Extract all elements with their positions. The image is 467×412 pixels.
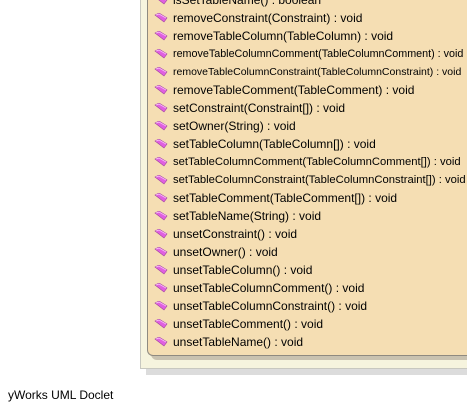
method-item[interactable]: unsetConstraint() : void xyxy=(148,225,297,243)
method-signature: unsetTableColumnComment() : void xyxy=(173,281,365,295)
method-item[interactable]: unsetTableColumn() : void xyxy=(148,261,312,279)
method-item[interactable]: unsetTableColumnComment() : void xyxy=(148,279,364,297)
public-method-icon xyxy=(154,229,168,239)
method-signature: setTableColumnConstraint(TableColumnCons… xyxy=(173,174,466,186)
public-method-icon xyxy=(154,49,168,59)
public-method-icon xyxy=(154,67,168,77)
method-compartment: isSetTableName() : boolean removeConstrai… xyxy=(147,0,467,356)
method-signature: setOwner(String) : void xyxy=(173,119,296,133)
method-item[interactable]: removeTableColumn(TableColumn) : void xyxy=(148,27,393,45)
method-item[interactable]: setTableComment(TableComment[]) : void xyxy=(148,189,397,207)
method-signature: removeTableComment(TableComment) : void xyxy=(173,83,415,97)
method-item[interactable]: removeTableColumnComment(TableColumnComm… xyxy=(148,45,463,63)
public-method-icon xyxy=(154,103,168,113)
public-method-icon xyxy=(154,247,168,257)
method-signature: isSetTableName() : boolean xyxy=(173,0,322,7)
public-method-icon xyxy=(154,319,168,329)
method-signature: removeTableColumn(TableColumn) : void xyxy=(173,29,394,43)
public-method-icon xyxy=(154,301,168,311)
method-signature: setConstraint(Constraint[]) : void xyxy=(173,101,346,115)
public-method-icon xyxy=(154,85,168,95)
method-signature: setTableColumn(TableColumn[]) : void xyxy=(173,137,376,151)
method-item[interactable]: unsetTableName() : void xyxy=(148,333,303,351)
method-signature: unsetTableComment() : void xyxy=(173,317,324,331)
method-item[interactable]: isSetTableName() : boolean xyxy=(148,0,321,9)
method-item[interactable]: unsetTableColumnConstraint() : void xyxy=(148,297,367,315)
method-signature: setTableName(String) : void xyxy=(173,209,322,223)
method-item[interactable]: unsetOwner() : void xyxy=(148,243,278,261)
method-item[interactable]: setTableColumnComment(TableColumnComment… xyxy=(148,153,461,171)
method-signature: removeTableColumnConstraint(TableColumnC… xyxy=(173,66,462,78)
public-method-icon xyxy=(154,265,168,275)
public-method-icon xyxy=(154,0,168,5)
method-item[interactable]: removeTableColumnConstraint(TableColumnC… xyxy=(148,63,461,81)
method-signature: unsetTableName() : void xyxy=(173,335,304,349)
method-signature: unsetTableColumnConstraint() : void xyxy=(173,299,368,313)
public-method-icon xyxy=(154,13,168,23)
method-item[interactable]: setTableColumnConstraint(TableColumnCons… xyxy=(148,171,466,189)
public-method-icon xyxy=(154,31,168,41)
method-signature: unsetOwner() : void xyxy=(173,245,278,259)
method-signature: unsetTableColumn() : void xyxy=(173,263,313,277)
method-item[interactable]: unsetTableComment() : void xyxy=(148,315,323,333)
method-item[interactable]: setOwner(String) : void xyxy=(148,117,296,135)
method-item[interactable]: removeConstraint(Constraint) : void xyxy=(148,9,362,27)
public-method-icon xyxy=(154,193,168,203)
public-method-icon xyxy=(154,211,168,221)
method-signature: setTableColumnComment(TableColumnComment… xyxy=(173,156,461,168)
method-item[interactable]: setTableName(String) : void xyxy=(148,207,321,225)
public-method-icon xyxy=(154,175,168,185)
method-item[interactable]: setConstraint(Constraint[]) : void xyxy=(148,99,345,117)
method-signature: unsetConstraint() : void xyxy=(173,227,298,241)
method-signature: removeConstraint(Constraint) : void xyxy=(173,11,363,25)
public-method-icon xyxy=(154,157,168,167)
method-signature: setTableComment(TableComment[]) : void xyxy=(173,191,398,205)
public-method-icon xyxy=(154,121,168,131)
public-method-icon xyxy=(154,139,168,149)
public-method-icon xyxy=(154,337,168,347)
method-signature: removeTableColumnComment(TableColumnComm… xyxy=(173,48,464,60)
method-item[interactable]: removeTableComment(TableComment) : void xyxy=(148,81,414,99)
public-method-icon xyxy=(154,283,168,293)
footer-label: yWorks UML Doclet xyxy=(8,388,114,402)
method-item[interactable]: setTableColumn(TableColumn[]) : void xyxy=(148,135,376,153)
